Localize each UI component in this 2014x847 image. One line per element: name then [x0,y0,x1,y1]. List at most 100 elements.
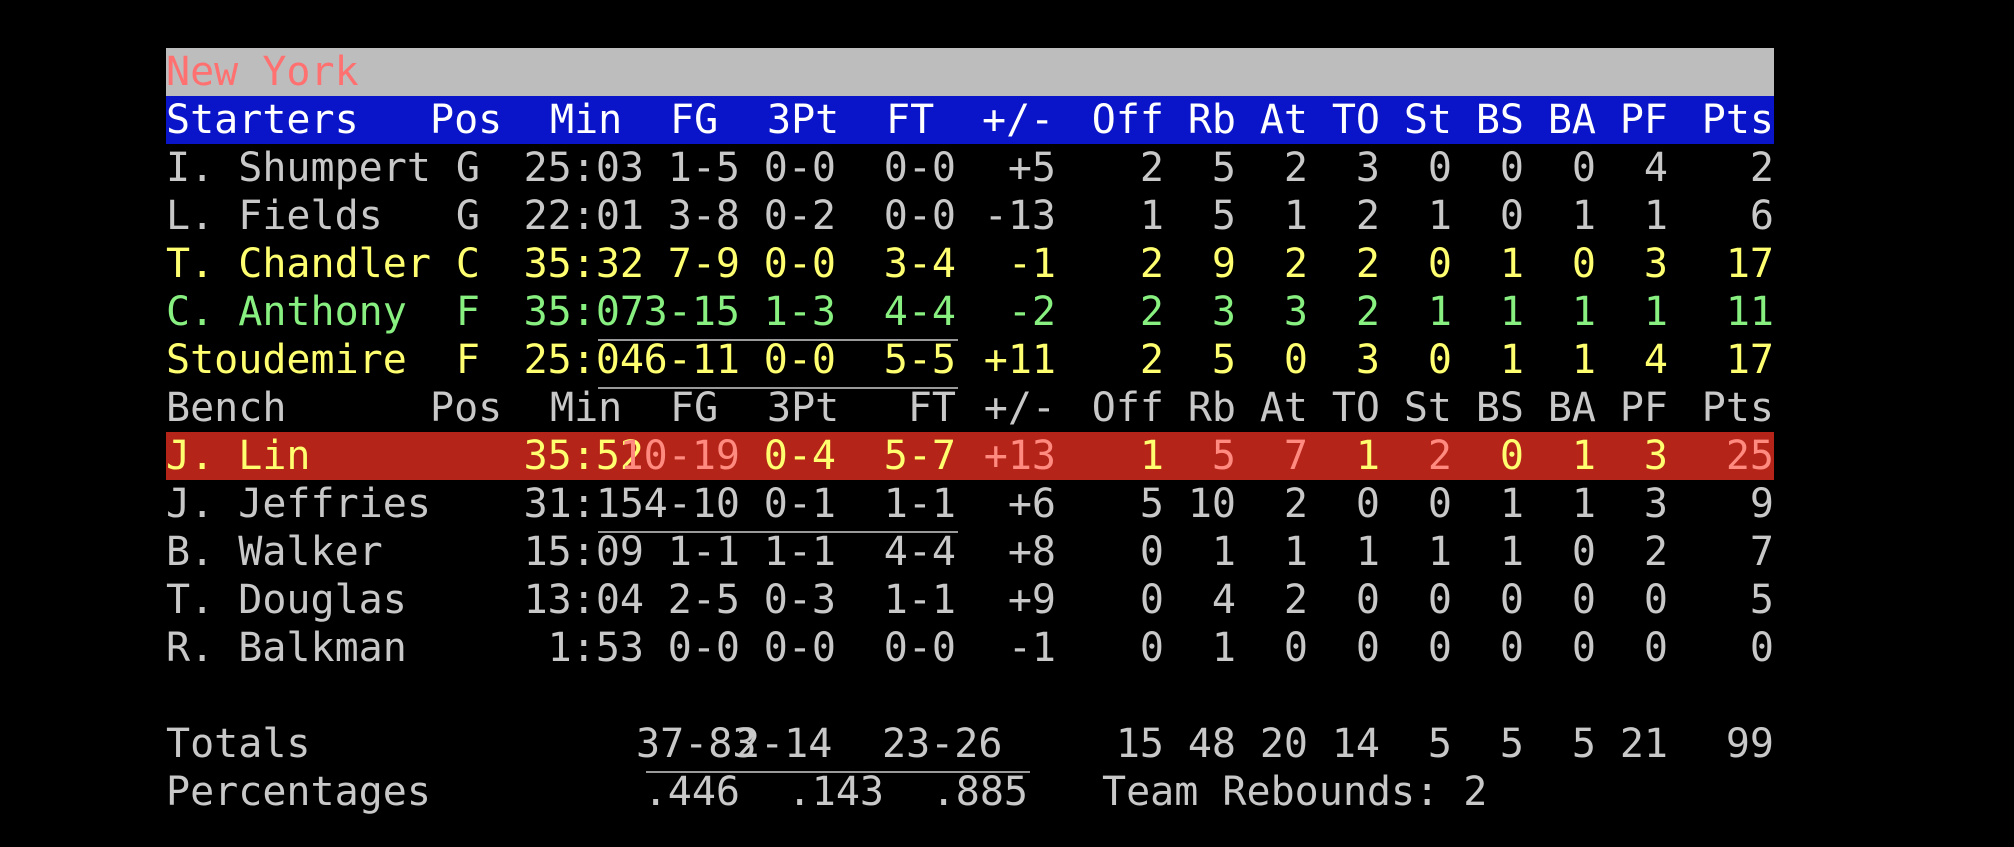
percentages-label: Percentages [166,769,431,815]
stat-bs: 0 [1499,433,1524,479]
player-name: B. Walker [166,529,383,575]
boxscore-screen: New York Starters Pos Min FG 3Pt FT +/- Off Rb At… [0,0,2014,847]
stat-to: 3 [1355,145,1380,191]
stat-off: 0 [1139,577,1164,623]
stat-off: 2 [1139,145,1164,191]
stat-min: 1:53 [547,625,644,671]
totals-pf: 21 [1619,721,1668,767]
stat-pts: 5 [1749,577,1774,623]
player-name: T. Douglas [166,577,407,623]
stat-pts: 7 [1749,529,1774,575]
stat-pf: 3 [1643,241,1668,287]
bench-header-row: Bench Pos Min FG 3Pt FT +/- Off Rb At TO St BS BA PF Pt… [166,384,1774,432]
stat-fg: 7-9 [667,241,740,287]
starters-header-bar: Starters Pos Min FG 3Pt FT +/- Off Rb At TO St BS BA P… [166,96,1774,144]
player-name: Stoudemire [166,337,407,383]
stat-fg: 6-11 [643,337,740,383]
stat-tp: 0-0 [763,625,836,671]
column-header-pos: Pos [430,385,503,431]
stat-st: 0 [1427,337,1452,383]
stat-fg: 3-8 [667,193,740,239]
stat-st: 0 [1427,577,1452,623]
stat-pm: +8 [1007,529,1056,575]
stat-rb: 3 [1211,289,1236,335]
stat-at: 1 [1283,193,1308,239]
stat-tp: 0-0 [763,241,836,287]
stat-ba: 0 [1571,529,1596,575]
stat-pos: F [455,289,480,335]
stat-to: 2 [1355,241,1380,287]
stat-pf: 0 [1643,577,1668,623]
header-label: Bench [166,385,287,431]
stat-fg: 3-15 [643,289,740,335]
stat-rb: 5 [1211,433,1236,479]
stat-pm: -13 [983,193,1056,239]
column-header-to: TO [1331,385,1380,431]
team-title-bar: New York [166,48,1774,96]
stat-pos: G [455,145,480,191]
stat-pts: 17 [1725,241,1774,287]
stat-pm: -1 [1007,625,1056,671]
stat-ba: 0 [1571,625,1596,671]
stat-ft: 1-1 [883,481,956,527]
column-header-off: Off [1091,385,1164,431]
stat-bs: 0 [1499,577,1524,623]
bench-row: B. Walker 15:09 1-1 1-1 4-4 +8 0 1 1 1 1 1 0 2 7 [166,528,1774,576]
stat-at: 1 [1283,529,1308,575]
stat-ft: 5-5 [883,337,956,383]
stat-pf: 1 [1643,289,1668,335]
stat-st: 1 [1427,529,1452,575]
player-name: I. Shumpert [166,145,431,191]
stat-at: 2 [1283,577,1308,623]
column-header-bs: BS [1475,385,1524,431]
stat-st: 1 [1427,193,1452,239]
stat-st: 1 [1427,289,1452,335]
stat-off: 5 [1139,481,1164,527]
stat-pm: -2 [1007,289,1056,335]
starter-row: I. Shumpert G 25:03 1-5 0-0 0-0 +5 2 5 2 3 0 0 0 4 2 [166,144,1774,192]
stat-tp: 0-3 [763,577,836,623]
column-header-st: St [1403,385,1452,431]
totals-ft: 23-26 [882,721,1003,767]
column-header-at: At [1259,97,1308,143]
stat-at: 0 [1283,625,1308,671]
stat-min: 15:09 [523,529,644,575]
stat-ba: 1 [1571,289,1596,335]
underline [598,387,958,389]
stat-pos: C [455,241,480,287]
player-name: J. Lin [166,433,311,479]
stat-ft: 0-0 [883,145,956,191]
stat-pf: 4 [1643,337,1668,383]
stat-pts: 6 [1749,193,1774,239]
stat-st: 0 [1427,625,1452,671]
column-header-pts: Pts [1701,385,1774,431]
stat-pf: 3 [1643,433,1668,479]
stat-fg: 0-0 [667,625,740,671]
column-header-tp: 3Pt [767,385,840,431]
stat-at: 0 [1283,337,1308,383]
player-name: L. Fields [166,193,383,239]
stat-pos: G [455,193,480,239]
totals-pts: 99 [1725,721,1774,767]
underline [598,531,958,533]
totals-tp: 2-14 [736,721,833,767]
starter-row: C. Anthony F 35:07 3-15 1-3 4-4 -2 2 3 3 2 1 1 1 1 11 [166,288,1774,336]
stat-tp: 0-0 [763,145,836,191]
stat-pf: 2 [1643,529,1668,575]
stat-at: 3 [1283,289,1308,335]
stat-ba: 1 [1571,433,1596,479]
stat-to: 3 [1355,337,1380,383]
stat-at: 2 [1283,481,1308,527]
stat-st: 0 [1427,145,1452,191]
column-header-fg: FG [670,97,719,143]
stat-bs: 0 [1499,145,1524,191]
stat-rb: 5 [1211,145,1236,191]
stat-pts: 17 [1725,337,1774,383]
stat-pm: -1 [1007,241,1056,287]
stat-rb: 1 [1211,529,1236,575]
stat-pf: 3 [1643,481,1668,527]
column-header-bs: BS [1475,97,1524,143]
stat-pts: 2 [1749,145,1774,191]
stat-at: 7 [1283,433,1308,479]
column-header-pm: +/- [982,97,1055,143]
